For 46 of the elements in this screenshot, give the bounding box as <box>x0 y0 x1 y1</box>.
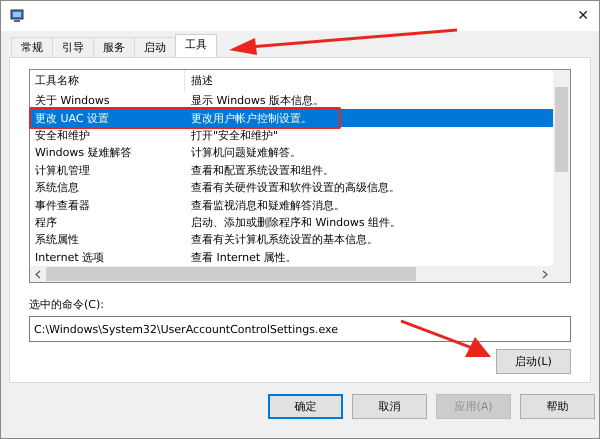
list-row[interactable]: 系统属性 查看有关计算机系统设置的基本信息。 <box>30 231 553 249</box>
tool-name: Internet 选项 <box>34 250 106 265</box>
tool-name: 事件查看器 <box>34 198 91 213</box>
command-label: 选中的命令(C): <box>29 297 105 312</box>
tool-name: 计算机管理 <box>34 162 91 178</box>
column-header[interactable]: 描述 <box>185 70 213 92</box>
close-button[interactable]: ✕ <box>577 8 589 24</box>
column-header[interactable]: 工具名称 <box>30 70 185 92</box>
tool-description: 查看监视消息和疑难解答消息。 <box>190 198 345 213</box>
list-row[interactable]: Windows 疑难解答 计算机问题疑难解答。 <box>30 144 553 162</box>
tool-name: 关于 Windows <box>34 93 111 108</box>
tab[interactable]: 常规 <box>11 37 53 57</box>
list-row[interactable]: 事件查看器 查看监视消息和疑难解答消息。 <box>30 196 553 214</box>
list-row[interactable]: 程序 启动、添加或删除程序和 Windows 组件。 <box>30 214 553 232</box>
tool-description: 查看 Internet 属性。 <box>190 250 297 265</box>
tool-name: 更改 UAC 设置 <box>34 110 110 126</box>
tool-description: 查看有关计算机系统设置的基本信息。 <box>190 232 378 248</box>
list-row[interactable]: 更改 UAC 设置 更改用户帐户控制设置。 <box>30 109 553 127</box>
vertical-scrollbar[interactable] <box>553 70 570 282</box>
tool-description: 计算机问题疑难解答。 <box>190 145 301 160</box>
launch-button[interactable]: 启动(L) <box>496 349 571 374</box>
monitor-icon <box>10 9 24 23</box>
tab[interactable]: 工具 <box>175 34 217 57</box>
list-row[interactable]: 系统信息 查看有关硬件设置和软件设置的高级信息。 <box>30 178 553 196</box>
dialog-button[interactable]: 帮助 <box>520 394 595 419</box>
tool-description: 查看和配置系统设置和组件。 <box>190 162 334 178</box>
tool-description: 查看有关硬件设置和软件设置的高级信息。 <box>190 180 400 196</box>
tool-description: 打开"安全和维护" <box>190 128 278 143</box>
scroll-right-icon[interactable] <box>542 270 548 278</box>
tool-name: 系统信息 <box>34 180 80 196</box>
dialog-button[interactable]: 确定 <box>268 394 343 419</box>
scroll-left-icon[interactable] <box>35 270 41 278</box>
tool-description: 显示 Windows 版本信息。 <box>190 93 324 108</box>
horizontal-scrollbar[interactable] <box>30 266 553 282</box>
tool-name: 安全和维护 <box>34 128 91 143</box>
tool-description: 更改用户帐户控制设置。 <box>190 110 312 126</box>
tool-description: 启动、添加或删除程序和 Windows 组件。 <box>190 214 402 230</box>
list-row[interactable]: 安全和维护 打开"安全和维护" <box>30 126 553 144</box>
list-row[interactable]: Internet 选项 查看 Internet 属性。 <box>30 248 553 266</box>
tool-name: Windows 疑难解答 <box>34 145 133 160</box>
list-row[interactable]: 计算机管理 查看和配置系统设置和组件。 <box>30 162 553 179</box>
list-row[interactable]: 关于 Windows 显示 Windows 版本信息。 <box>30 92 553 110</box>
command-field[interactable]: C:\Windows\System32\UserAccountControlSettings.exe <box>29 316 571 342</box>
tool-name: 系统属性 <box>34 232 80 248</box>
tool-name: 程序 <box>34 214 58 230</box>
dialog-button[interactable]: 取消 <box>352 394 427 419</box>
